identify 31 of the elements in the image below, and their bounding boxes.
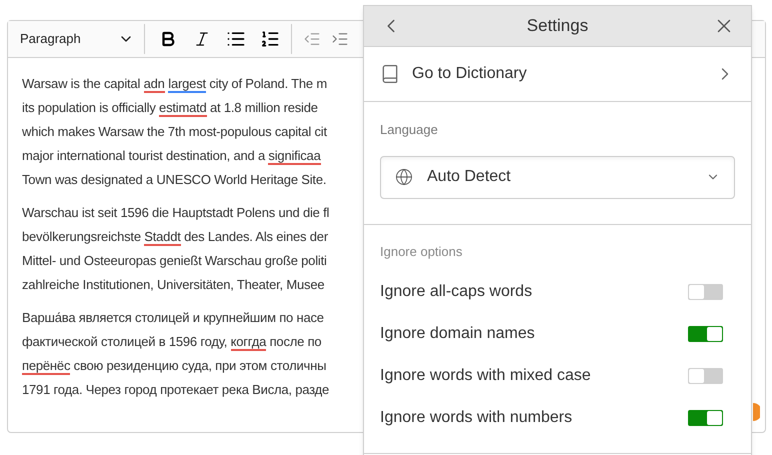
dictionary-link[interactable]: Go to Dictionary: [364, 47, 751, 102]
block-format-dropdown[interactable]: Paragraph: [8, 24, 138, 54]
text-line: Mittel- und Osteeuropas genießt Warschau große politi: [22, 252, 327, 270]
text-line: Warschau ist seit 1596 die Hauptstadt Polens und die fl: [22, 204, 330, 222]
floating-badge-icon[interactable]: [753, 403, 760, 421]
toggle-switch[interactable]: [688, 326, 723, 342]
toggle-switch[interactable]: [688, 410, 723, 426]
toggle-label: Ignore domain names: [380, 324, 535, 344]
outdent-icon: [303, 30, 321, 48]
text-line: its population is officially estimatd at 1.8 million reside: [22, 99, 318, 119]
text-line: major international tourist destination, and a significaa: [22, 147, 321, 167]
toggle-label: Ignore all-caps words: [380, 282, 532, 302]
toggle-label: Ignore words with mixed case: [380, 366, 591, 386]
settings-title: Settings: [526, 15, 588, 38]
text-line: перёнёс свою резиденцию суда, при этом столичны: [22, 357, 326, 377]
text-line: фактической столицей в 1596 году, коггда после по: [22, 333, 322, 353]
indent-icon: [331, 30, 349, 48]
language-select[interactable]: Auto Detect: [380, 156, 735, 198]
numbered-list-icon: [260, 29, 280, 49]
text-line: zahlreiche Institutionen, Universitäten, Theater, Musee: [22, 276, 324, 294]
text-line: 1791 года. Через город протекает река Висла, разде: [22, 381, 330, 399]
globe-icon: [395, 168, 413, 186]
book-icon: [380, 64, 400, 84]
section-label: Language: [380, 121, 439, 139]
text-line: Town was designated a UNESCO World Heritage Site.: [22, 171, 326, 189]
text-line: bevölkerungsreichste Staddt des Landes. Als eines der: [22, 228, 328, 248]
toggle-label: Ignore words with numbers: [380, 408, 572, 428]
section-label: Ignore options: [380, 242, 464, 261]
text-line: which makes Warsaw the 7th most-populous capital cit: [22, 123, 327, 141]
text-line: Варша́ва является столицей и крупнейшим по насе: [22, 309, 324, 327]
text-line: Warsaw is the capital adn largest city of Poland. The m: [22, 75, 327, 95]
